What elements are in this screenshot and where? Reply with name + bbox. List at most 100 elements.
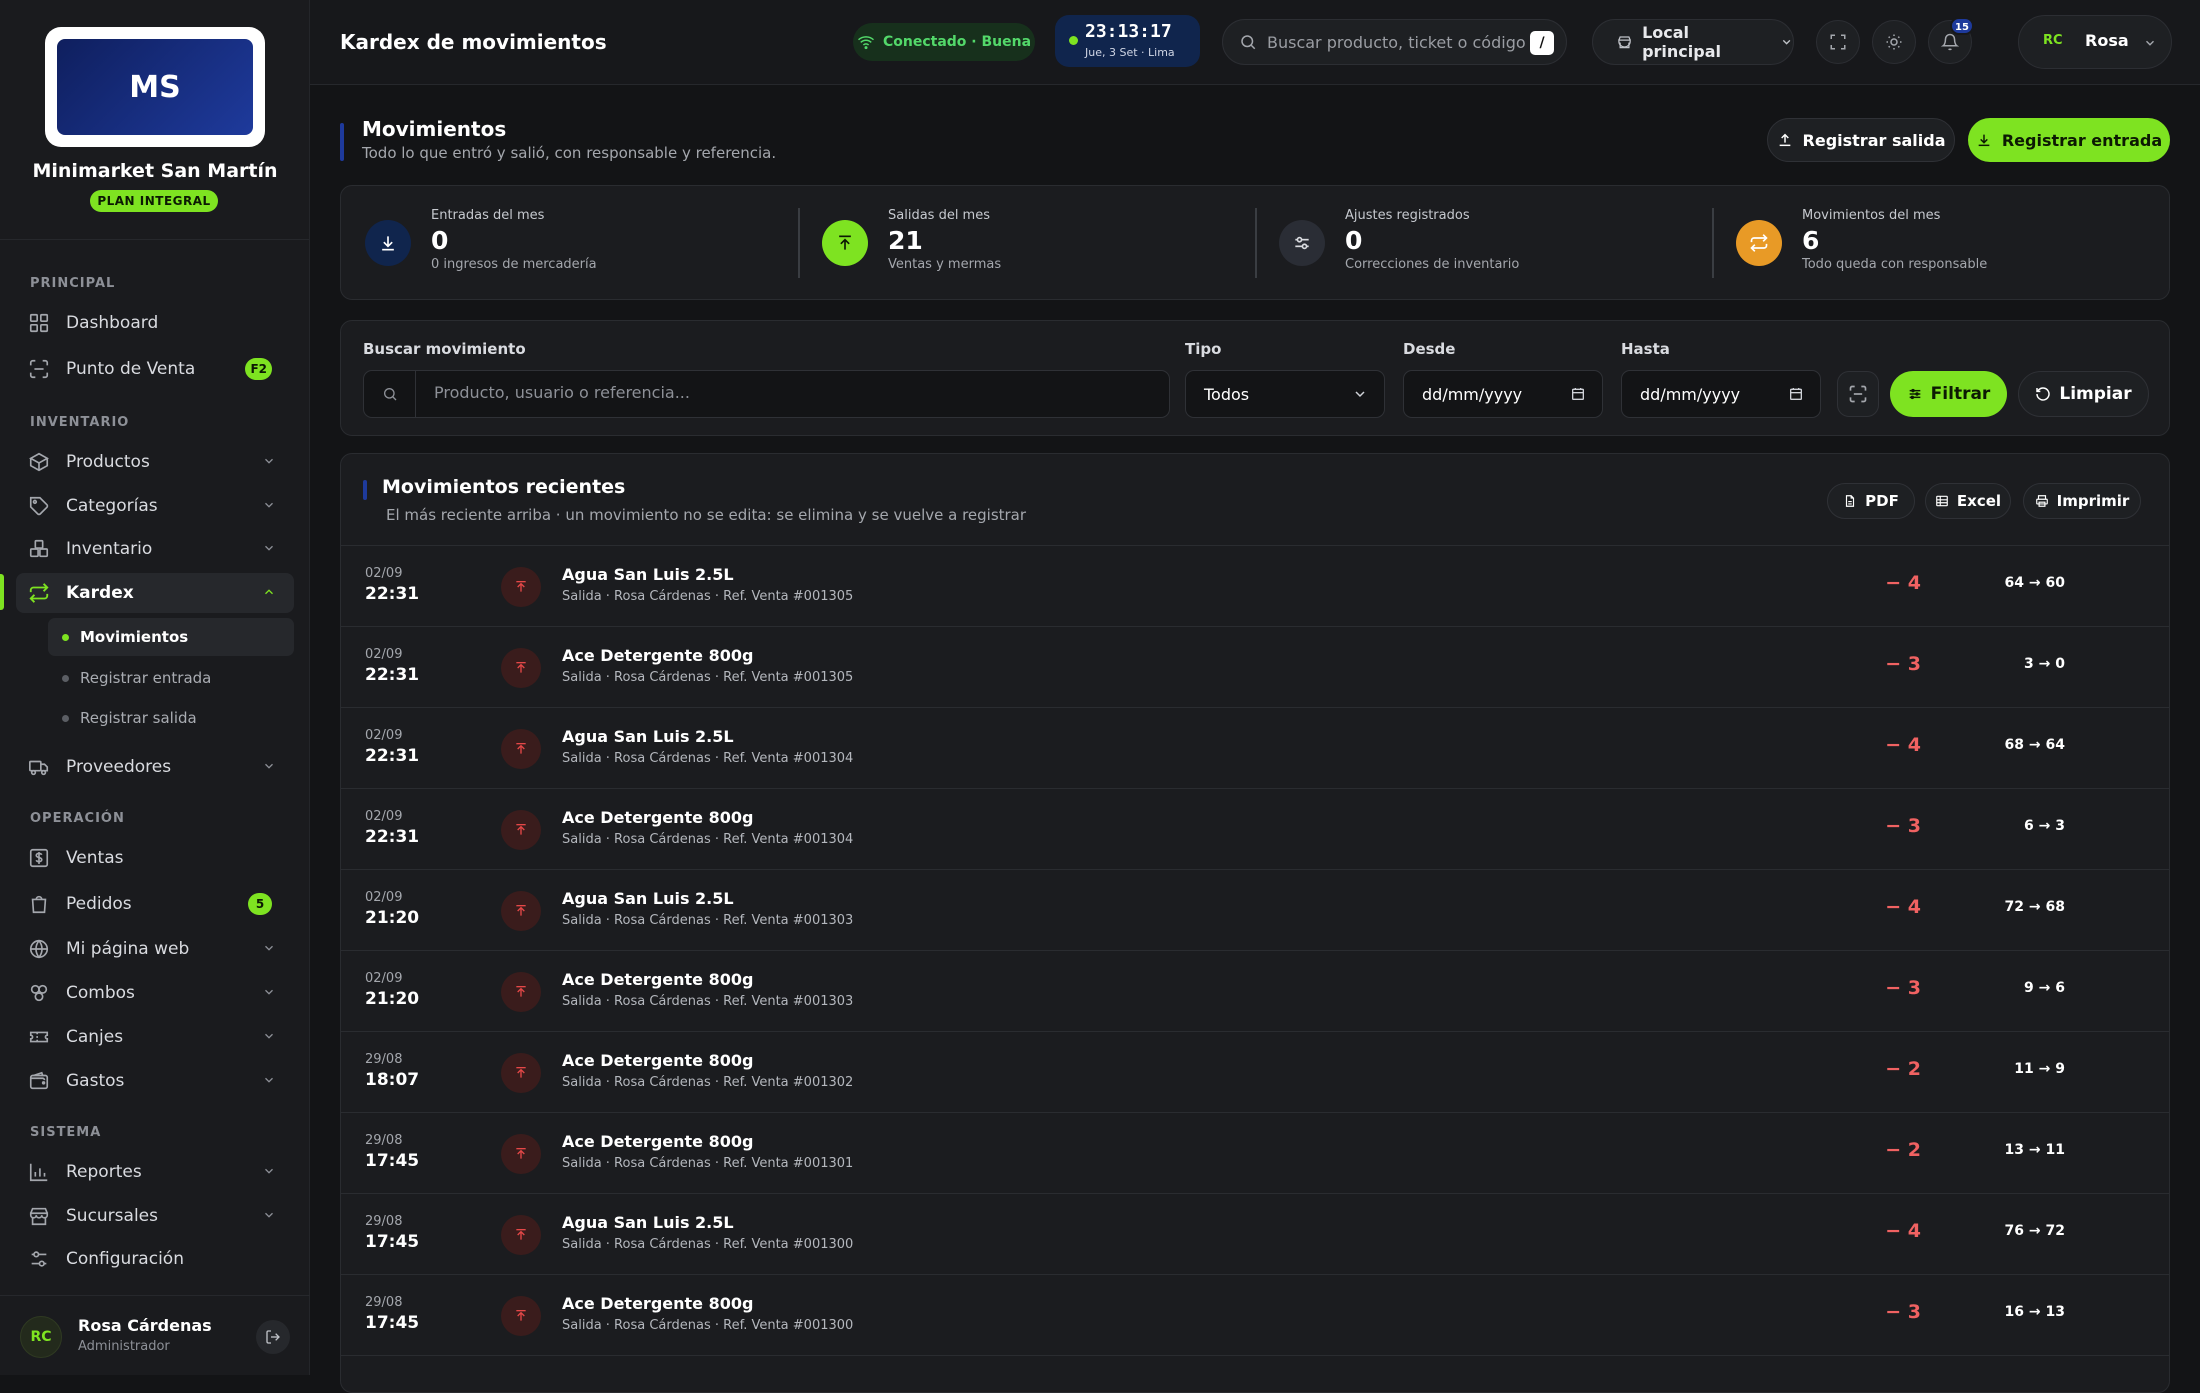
sidebar-item-dashboard[interactable]: Dashboard [16, 303, 294, 343]
logout-button[interactable] [256, 1320, 290, 1354]
sidebar-item-label: Sucursales [66, 1206, 158, 1226]
fullscreen-button[interactable] [1816, 20, 1860, 64]
movement-detail: Salida · Rosa Cárdenas · Ref. Venta #001… [562, 994, 854, 1009]
product-name: Ace Detergente 800g [562, 970, 754, 989]
sidebar-item-pos[interactable]: Punto de Venta F2 [16, 349, 294, 389]
table-row[interactable]: 29/08 17:45 Agua San Luis 2.5L Salida · Ros… [341, 1194, 2169, 1275]
stock-change: 16 → 13 [2004, 1304, 2065, 1320]
export-pdf-button[interactable]: PDF [1827, 483, 1915, 519]
sidebar-item-label: Mi página web [66, 939, 190, 959]
store-icon [29, 1207, 49, 1226]
search-input[interactable] [1267, 32, 1527, 52]
dollar-icon [29, 848, 49, 868]
sidebar-item-label: Inventario [66, 539, 153, 559]
sidebar-item-gastos[interactable]: Gastos [16, 1061, 294, 1101]
notifications-button[interactable]: 15 [1928, 17, 1974, 64]
sidebar-item-pedidos[interactable]: Pedidos 5 [16, 884, 294, 924]
table-row[interactable]: 02/09 21:20 Agua San Luis 2.5L Salida · Ros… [341, 870, 2169, 951]
table-row[interactable]: 29/08 18:07 Ace Detergente 800g Salida · Ro… [341, 1032, 2169, 1113]
register-output-button[interactable]: Registrar salida [1767, 118, 1955, 162]
stat-hint: Correcciones de inventario [1345, 257, 1520, 272]
sidebar-item-productos[interactable]: Productos [16, 442, 294, 482]
from-date-value: dd/mm/yyyy [1422, 384, 1523, 404]
search-filter-label: Buscar movimiento [363, 340, 526, 358]
movement-search[interactable] [363, 370, 1170, 418]
table-row[interactable]: 02/09 22:31 Agua San Luis 2.5L Salida · Ros… [341, 708, 2169, 789]
movement-detail: Salida · Rosa Cárdenas · Ref. Venta #001… [562, 751, 854, 766]
table-row[interactable]: 02/09 22:31 Agua San Luis 2.5L Salida · Ros… [341, 546, 2169, 627]
calendar-icon[interactable] [1788, 386, 1804, 402]
sidebar-item-sucursales[interactable]: Sucursales [16, 1196, 294, 1236]
to-date-field[interactable]: dd/mm/yyyy [1621, 370, 1821, 418]
sidebar-item-combos[interactable]: Combos [16, 973, 294, 1013]
table-row[interactable]: 29/08 17:45 Ace Detergente 800g Salida · Ro… [341, 1275, 2169, 1356]
sidebar-subitem-registrar-entrada[interactable]: Registrar entrada [48, 659, 294, 697]
stat-value: 0 [1345, 226, 1363, 255]
sun-icon [1886, 34, 1902, 50]
sidebar-item-reportes[interactable]: Reportes [16, 1152, 294, 1192]
outgoing-arrow-icon [501, 729, 541, 769]
sidebar-subitem-movimientos[interactable]: Movimientos [48, 618, 294, 656]
title-accent [363, 480, 367, 500]
sidebar-item-web[interactable]: Mi página web [16, 929, 294, 969]
to-date-label: Hasta [1621, 340, 1670, 358]
sidebar-item-categorias[interactable]: Categorías [16, 486, 294, 526]
theme-toggle-button[interactable] [1872, 20, 1916, 64]
calendar-icon[interactable] [1570, 386, 1586, 402]
movement-date: 29/08 [365, 1295, 403, 1310]
sidebar-item-inventario[interactable]: Inventario [16, 529, 294, 569]
sidebar-item-ventas[interactable]: Ventas [16, 838, 294, 878]
outgoing-arrow-icon [501, 1215, 541, 1255]
register-input-label: Registrar entrada [2001, 130, 2163, 150]
stat-value: 6 [1802, 226, 1820, 255]
location-label: Local principal [1642, 23, 1721, 61]
table-row[interactable]: 29/08 17:45 Ace Detergente 800g Salida · Ro… [341, 1113, 2169, 1194]
global-search[interactable]: / [1222, 19, 1567, 65]
file-icon [1846, 495, 1855, 507]
clear-button[interactable]: Limpiar [2018, 371, 2149, 417]
movement-date: 29/08 [365, 1214, 403, 1229]
store-icon [1618, 36, 1631, 49]
chevron-down-icon [265, 1212, 273, 1218]
register-input-button[interactable]: Registrar entrada [1968, 118, 2170, 162]
export-pdf-label: PDF [1865, 492, 1899, 510]
movement-quantity: − 4 [1885, 734, 1921, 756]
sidebar-subitem-registrar-salida[interactable]: Registrar salida [48, 699, 294, 737]
table-row[interactable]: 02/09 21:20 Ace Detergente 800g Salida · Ro… [341, 951, 2169, 1032]
movement-search-input[interactable] [434, 383, 1134, 402]
from-date-field[interactable]: dd/mm/yyyy [1403, 370, 1603, 418]
stat-label: Entradas del mes [431, 208, 545, 223]
user-menu[interactable]: RC Rosa [2018, 15, 2172, 69]
table-row[interactable]: 02/09 22:31 Ace Detergente 800g Salida · Ro… [341, 627, 2169, 708]
stat-card-movimientos: Movimientos del mes 6 Todo queda con res… [1712, 186, 2169, 301]
movement-date: 29/08 [365, 1052, 403, 1067]
chevron-down-icon [265, 989, 273, 995]
sidebar-item-label: Reportes [66, 1162, 142, 1182]
user-initials: RC [2043, 33, 2063, 48]
sidebar-item-proveedores[interactable]: Proveedores [16, 747, 294, 787]
dashboard-icon [29, 313, 49, 333]
sidebar-item-configuracion[interactable]: Configuración [16, 1239, 294, 1279]
table-header: Movimientos recientes El más reciente ar… [341, 454, 2169, 546]
avatar[interactable]: RC [20, 1316, 62, 1358]
store-logo[interactable]: MS [45, 27, 265, 147]
product-name: Agua San Luis 2.5L [562, 565, 734, 584]
movement-time: 22:31 [365, 584, 420, 604]
location-selector[interactable]: Local principal [1592, 19, 1794, 65]
export-excel-button[interactable]: Excel [1925, 483, 2011, 519]
sidebar-item-label: Punto de Venta [66, 359, 196, 379]
table-row[interactable]: 02/09 22:31 Ace Detergente 800g Salida · Ro… [341, 789, 2169, 870]
filter-button[interactable]: Filtrar [1890, 371, 2007, 417]
active-indicator [0, 574, 4, 610]
section-operacion: OPERACIÓN [30, 811, 125, 826]
sidebar-item-kardex[interactable]: Kardex [16, 573, 294, 613]
outgoing-arrow-icon [501, 1296, 541, 1336]
sidebar-item-canjes[interactable]: Canjes [16, 1017, 294, 1057]
reset-icon [2036, 387, 2051, 401]
type-select[interactable]: Todos [1185, 370, 1385, 418]
scan-button[interactable] [1837, 371, 1879, 417]
print-button[interactable]: Imprimir [2023, 483, 2141, 519]
user-name: Rosa Cárdenas [78, 1316, 212, 1335]
product-name: Agua San Luis 2.5L [562, 889, 734, 908]
stat-card-salidas: Salidas del mes 21 Ventas y mermas [798, 186, 1255, 301]
